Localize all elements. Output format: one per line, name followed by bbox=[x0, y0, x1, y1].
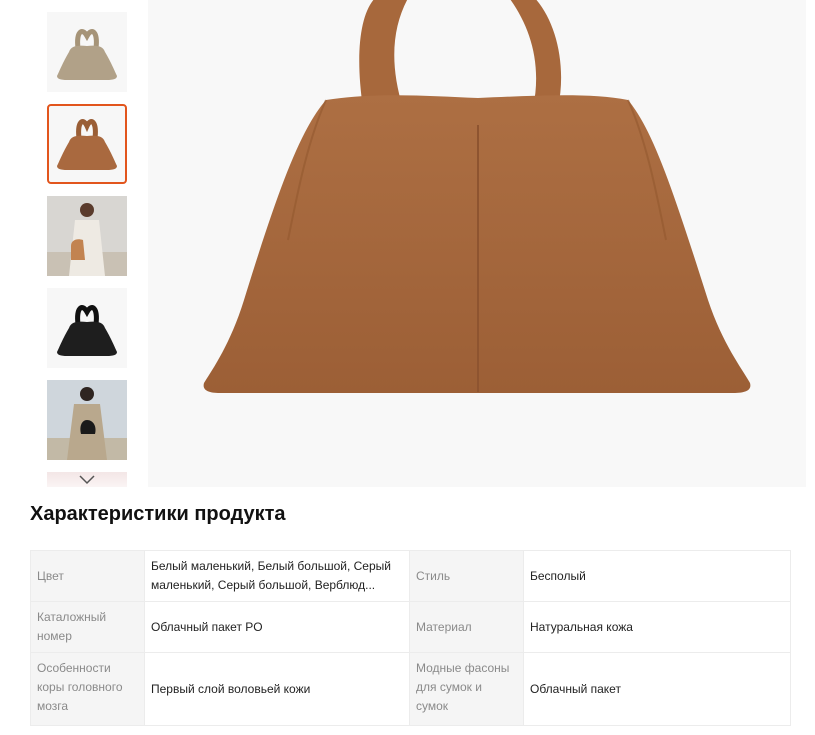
product-specs-title: Характеристики продукта bbox=[30, 503, 286, 525]
spec-value-catalog-number: Облачный пакет PO bbox=[144, 601, 410, 653]
spec-label-bag-style: Модные фасоны для сумок и сумок bbox=[409, 652, 524, 726]
spec-label-catalog-number: Каталожный номер bbox=[30, 601, 145, 653]
thumbnail-model-white-coat[interactable] bbox=[47, 196, 127, 276]
spec-row: Цвет Белый маленький, Белый большой, Сер… bbox=[30, 550, 791, 602]
spec-row: Особенности коры головного мозга Первый … bbox=[30, 652, 791, 726]
spec-label-style: Стиль bbox=[409, 550, 524, 602]
spec-value-style: Бесполый bbox=[523, 550, 791, 602]
product-specs-table: Цвет Белый маленький, Белый большой, Сер… bbox=[30, 550, 791, 726]
thumbnail-scroll-down[interactable] bbox=[47, 472, 127, 487]
bag-image bbox=[57, 305, 117, 356]
camel-bag-image bbox=[203, 0, 751, 394]
spec-row: Каталожный номер Облачный пакет PO Матер… bbox=[30, 601, 791, 653]
spec-label-color: Цвет bbox=[30, 550, 145, 602]
spec-value-leather-features: Первый слой воловьей кожи bbox=[144, 652, 410, 726]
thumbnail-black-bag[interactable] bbox=[47, 288, 127, 368]
thumbnail-taupe-bag[interactable] bbox=[47, 12, 127, 92]
chevron-down-icon bbox=[79, 475, 95, 485]
spec-label-material: Материал bbox=[409, 601, 524, 653]
spec-value-material: Натуральная кожа bbox=[523, 601, 791, 653]
bag-image bbox=[57, 119, 117, 170]
spec-label-leather-features: Особенности коры головного мозга bbox=[30, 652, 145, 726]
thumbnail-camel-bag[interactable] bbox=[47, 104, 127, 184]
thumbnail-strip bbox=[47, 0, 127, 487]
thumbnail-model-trench[interactable] bbox=[47, 380, 127, 460]
spec-value-color: Белый маленький, Белый большой, Серый ма… bbox=[144, 550, 410, 602]
bag-image bbox=[57, 29, 117, 80]
model-photo bbox=[47, 380, 127, 460]
spec-value-bag-style: Облачный пакет bbox=[523, 652, 791, 726]
model-photo bbox=[47, 196, 127, 276]
main-product-image[interactable] bbox=[148, 0, 806, 487]
